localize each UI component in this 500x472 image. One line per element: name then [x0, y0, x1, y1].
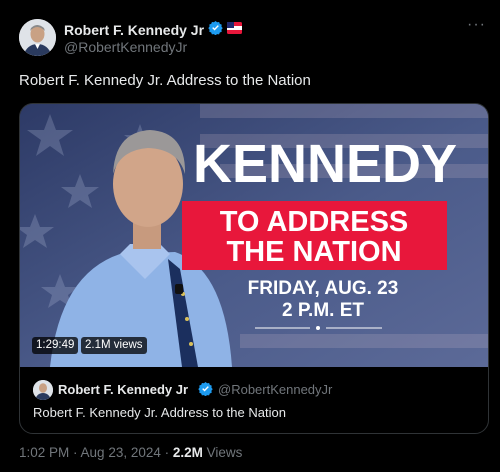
- banner-line1: TO ADDRESS: [220, 206, 409, 238]
- tweet-header: Robert F. Kennedy Jr: [64, 20, 243, 40]
- tweet-text: Robert F. Kennedy Jr. Address to the Nat…: [19, 72, 311, 89]
- time-text: 2 P.M. ET: [282, 300, 364, 321]
- views-count: 2.2M: [172, 445, 203, 460]
- quoted-text: Robert F. Kennedy Jr. Address to the Nat…: [33, 405, 286, 420]
- views-badge: 2.1M views: [81, 337, 147, 354]
- tweet-meta: 1:02 PM · Aug 23, 2024 · 2.2M Views: [19, 445, 242, 460]
- divider-dot: [316, 326, 320, 330]
- quoted-author-handle: @RobertKennedyJr: [218, 382, 333, 397]
- post-time[interactable]: 1:02 PM: [19, 445, 69, 460]
- thumbnail-artwork: KENNEDY TO ADDRESS THE NATION FRIDAY, AU…: [20, 104, 488, 367]
- quoted-author-name: Robert F. Kennedy Jr: [58, 382, 189, 397]
- video-thumbnail[interactable]: KENNEDY TO ADDRESS THE NATION FRIDAY, AU…: [20, 104, 488, 367]
- author-name[interactable]: Robert F. Kennedy Jr: [64, 22, 204, 38]
- affiliate-flag-icon[interactable]: [227, 21, 243, 39]
- quoted-avatar: [33, 380, 53, 400]
- quoted-post[interactable]: Robert F. Kennedy Jr @RobertKennedyJr Ro…: [20, 368, 488, 433]
- media-card[interactable]: KENNEDY TO ADDRESS THE NATION FRIDAY, AU…: [19, 103, 489, 434]
- post-date[interactable]: Aug 23, 2024: [81, 445, 161, 460]
- date-text: FRIDAY, AUG. 23: [248, 278, 399, 299]
- headline-text: KENNEDY: [193, 134, 457, 194]
- views-label: Views: [202, 445, 243, 460]
- more-icon[interactable]: ···: [467, 16, 486, 34]
- meta-separator: ·: [160, 445, 173, 460]
- duration-badge: 1:29:49: [32, 337, 79, 354]
- quoted-verified-badge-icon: [198, 381, 213, 401]
- author-avatar[interactable]: [19, 19, 56, 56]
- author-handle[interactable]: @RobertKennedyJr: [64, 39, 187, 55]
- meta-separator: ·: [69, 445, 81, 460]
- verified-badge-icon: [208, 20, 223, 40]
- banner-line2: THE NATION: [226, 236, 401, 268]
